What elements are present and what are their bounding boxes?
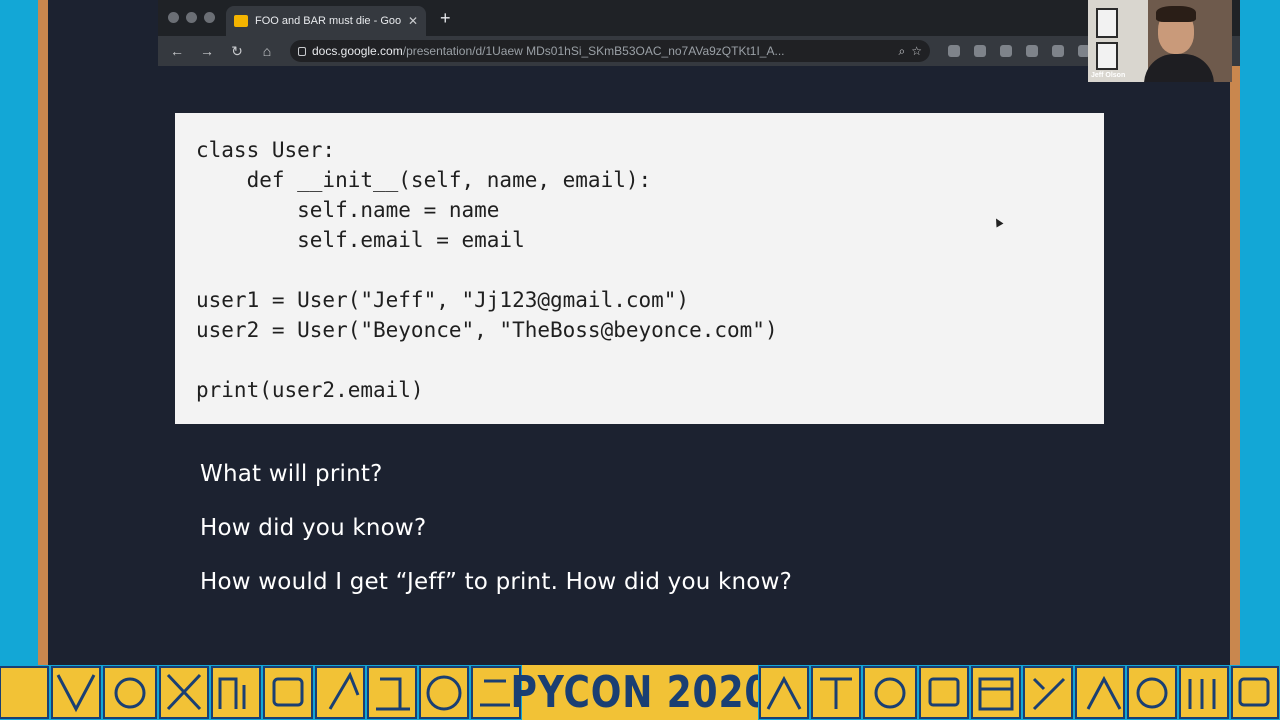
code-line: user1 = User("Jeff", "Jj123@gmail.com") <box>196 288 690 312</box>
star-icon[interactable]: ☆ <box>911 44 922 58</box>
code-line: def __init__(self, name, email): <box>196 168 652 192</box>
speaker-name: Jeff Olson <box>1091 72 1126 79</box>
code-block: class User: def __init__(self, name, ema… <box>175 113 1104 424</box>
tab-strip: FOO and BAR must die - Goo ✕ + <box>158 0 1240 36</box>
extension-icon[interactable] <box>1000 45 1012 57</box>
frame-right-stripe <box>1230 0 1240 665</box>
slides-favicon-icon <box>234 15 248 27</box>
forward-button[interactable]: → <box>198 43 216 59</box>
search-icon[interactable]: ⌕ <box>899 44 906 59</box>
frame-right <box>1240 0 1280 665</box>
wall-picture-frame <box>1096 42 1118 70</box>
maximize-window-button[interactable] <box>204 12 215 23</box>
banner-pattern-right <box>758 665 1280 720</box>
tab-close-icon[interactable]: ✕ <box>408 14 418 28</box>
code-line: self.name = name <box>196 198 500 222</box>
tab-title: FOO and BAR must die - Goo <box>255 15 401 27</box>
code-text: class User: def __init__(self, name, ema… <box>196 135 778 405</box>
code-line: print(user2.email) <box>196 378 424 402</box>
url-host: docs.google.com <box>312 44 403 58</box>
browser-window: FOO and BAR must die - Goo ✕ + ← → ↻ ⌂ d… <box>158 0 1240 66</box>
wall-picture-frame <box>1096 8 1118 38</box>
banner-pattern-left <box>0 665 522 720</box>
browser-toolbar: ← → ↻ ⌂ docs.google.com/presentation/d/1… <box>158 36 1240 66</box>
url-path: /presentation/d/1Uaew MDs01hSi_SKmB53OAC… <box>402 44 785 58</box>
close-window-button[interactable] <box>168 12 179 23</box>
speaker-hair <box>1156 6 1196 22</box>
code-line: user2 = User("Beyonce", "TheBoss@beyonce… <box>196 318 778 342</box>
address-bar[interactable]: docs.google.com/presentation/d/1Uaew MDs… <box>290 40 930 62</box>
minimize-window-button[interactable] <box>186 12 197 23</box>
speaker-video <box>1144 6 1214 82</box>
frame-left-stripe <box>38 0 48 665</box>
question-2: How did you know? <box>200 515 427 541</box>
lock-icon <box>298 46 306 56</box>
question-3: How would I get “Jeff” to print. How did… <box>200 569 792 595</box>
extension-icon[interactable] <box>948 45 960 57</box>
url-text: docs.google.com/presentation/d/1Uaew MDs… <box>312 44 893 58</box>
reload-button[interactable]: ↻ <box>228 43 246 60</box>
speaker-body <box>1144 54 1214 82</box>
code-line: class User: <box>196 138 336 162</box>
webcam-overlay: Jeff Olson <box>1088 0 1232 82</box>
browser-tab[interactable]: FOO and BAR must die - Goo ✕ <box>226 6 426 36</box>
code-line: self.email = email <box>196 228 525 252</box>
pycon-banner: PYCON 2020 <box>0 665 1280 720</box>
extension-icon[interactable] <box>1052 45 1064 57</box>
question-1: What will print? <box>200 461 383 487</box>
extension-icon[interactable] <box>974 45 986 57</box>
frame-left <box>0 0 38 665</box>
back-button[interactable]: ← <box>168 43 186 59</box>
pycon-logo-text: PYCON 2020 <box>510 667 770 718</box>
new-tab-button[interactable]: + <box>440 9 451 27</box>
extension-icon[interactable] <box>1026 45 1038 57</box>
pycon-logo: PYCON 2020 <box>510 665 769 720</box>
home-button[interactable]: ⌂ <box>258 43 276 59</box>
